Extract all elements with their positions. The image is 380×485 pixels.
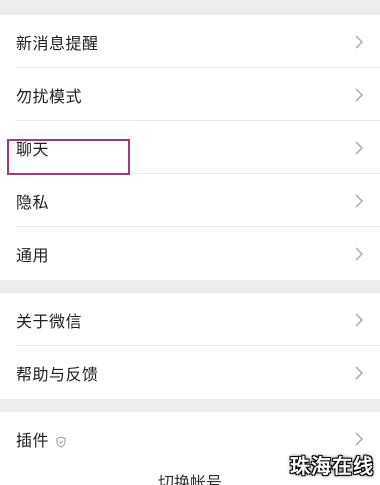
chevron-right-icon — [354, 431, 364, 447]
settings-item-label: 通用 — [16, 245, 50, 265]
settings-item-do-not-disturb[interactable]: 勿扰模式 — [0, 68, 380, 121]
watermark-text: 珠海在线 — [290, 454, 374, 478]
top-strip — [0, 0, 380, 15]
settings-item-label: 插件 — [16, 430, 50, 450]
chevron-right-icon — [354, 34, 364, 50]
settings-item-label: 新消息提醒 — [16, 33, 99, 53]
chevron-right-icon — [354, 140, 364, 156]
settings-item-new-message-notifications[interactable]: 新消息提醒 — [0, 15, 380, 68]
settings-item-about-wechat[interactable]: 关于微信 — [0, 293, 380, 346]
settings-item-help-feedback[interactable]: 帮助与反馈 — [0, 346, 380, 399]
group-gap — [0, 399, 380, 412]
chevron-right-icon — [354, 246, 364, 262]
chevron-right-icon — [354, 87, 364, 103]
settings-page: 新消息提醒 勿扰模式 聊天 隐私 通用 关于微信 帮助与反馈 插件 切换帐号 珠… — [0, 0, 380, 485]
settings-group-about: 关于微信 帮助与反馈 — [0, 293, 380, 399]
group-gap — [0, 280, 380, 293]
shield-icon — [55, 433, 67, 448]
settings-item-label: 勿扰模式 — [16, 86, 83, 106]
settings-item-label: 关于微信 — [16, 311, 83, 331]
highlight-box — [7, 139, 130, 175]
settings-item-label: 帮助与反馈 — [16, 364, 99, 384]
chevron-right-icon — [354, 365, 364, 381]
chevron-right-icon — [354, 193, 364, 209]
settings-item-label: 隐私 — [16, 192, 50, 212]
settings-item-privacy[interactable]: 隐私 — [0, 174, 380, 227]
chevron-right-icon — [354, 312, 364, 328]
settings-item-general[interactable]: 通用 — [0, 227, 380, 280]
